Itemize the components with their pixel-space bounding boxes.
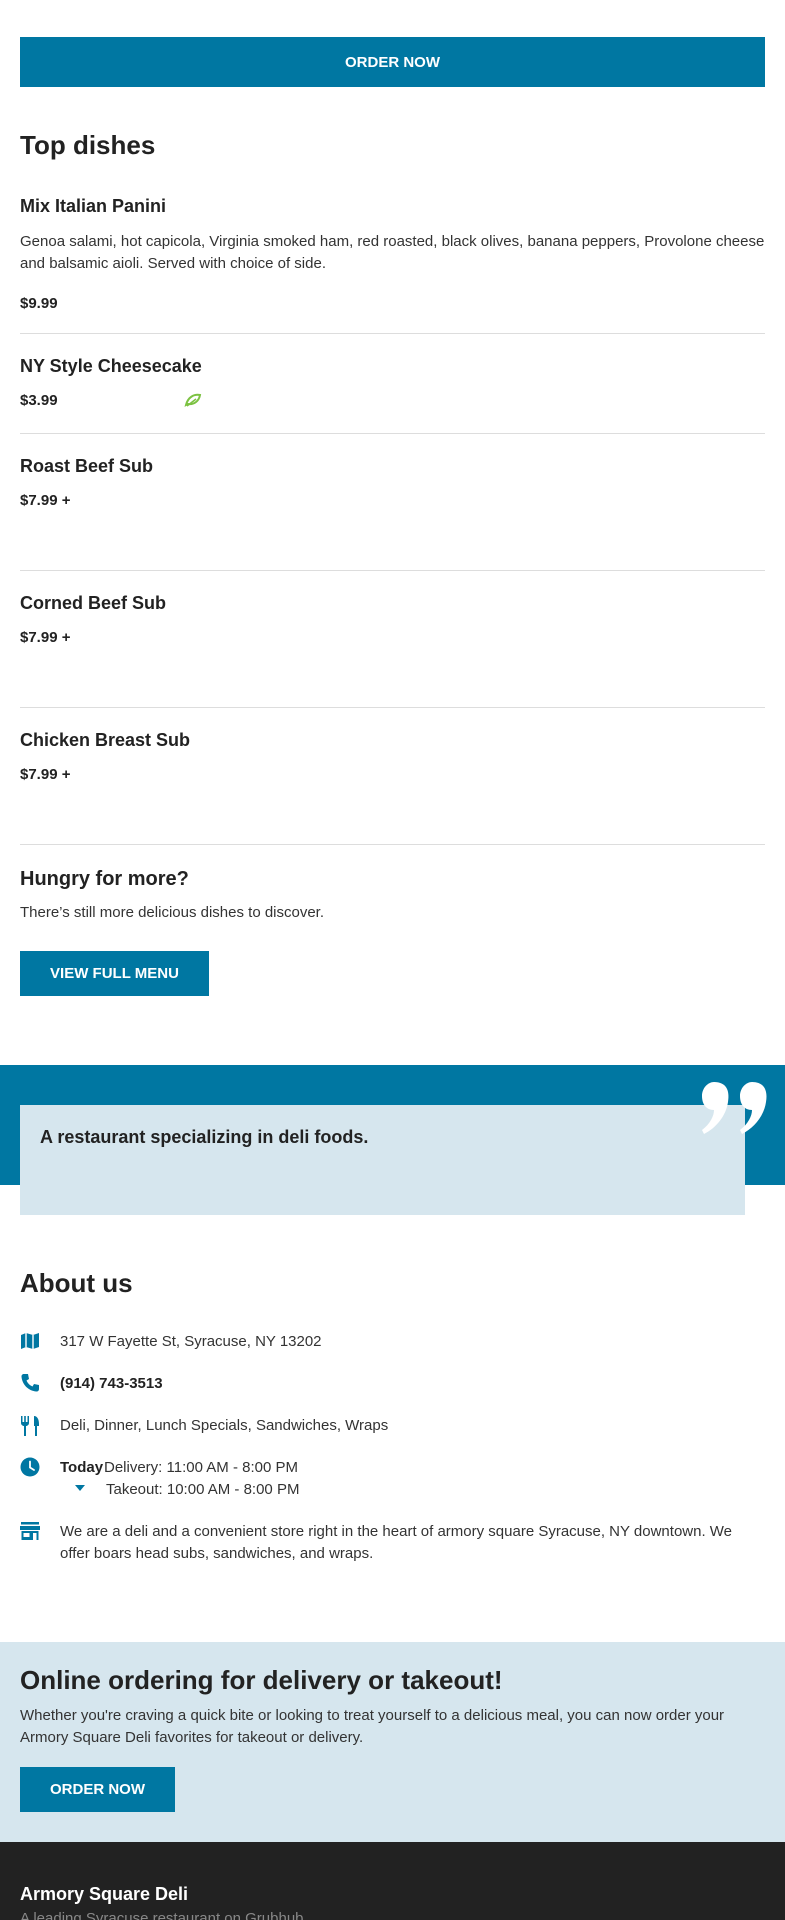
description-row: We are a deli and a convenient store rig… (20, 1521, 765, 1565)
quote-icon (702, 1082, 767, 1134)
dish-price: $7.99 + (20, 492, 71, 509)
store-icon (20, 1522, 40, 1540)
phone-icon (21, 1374, 39, 1392)
ordering-subtitle: Whether you're craving a quick bite or l… (20, 1707, 725, 1746)
dish-name: Roast Beef Sub (20, 456, 154, 476)
dish-description: Genoa salami, hot capicola, Virginia smo… (20, 233, 765, 272)
divider (20, 333, 765, 334)
dish-price: $7.99 + (20, 766, 71, 783)
divider (20, 844, 765, 845)
dish-name: Mix Italian Panini (20, 196, 167, 216)
quote-text: A restaurant specializing in deli foods. (40, 1127, 369, 1147)
footer-tagline: A leading Syracuse restaurant on Grubhub (20, 1910, 304, 1920)
footer (0, 1842, 785, 1920)
order-now-button[interactable]: ORDER NOW (20, 37, 765, 87)
cuisines-text: Deli, Dinner, Lunch Specials, Sandwiches… (60, 1417, 389, 1434)
footer-restaurant-name: Armory Square Deli (20, 1884, 189, 1904)
address-text[interactable]: 317 W Fayette St, Syracuse, NY 13202 (60, 1331, 322, 1356)
divider (20, 570, 765, 571)
divider (20, 433, 765, 434)
dish-name: Chicken Breast Sub (20, 730, 191, 750)
about-heading: About us (20, 1268, 133, 1298)
about-description: We are a deli and a convenient store rig… (60, 1523, 733, 1562)
leaf-icon (184, 393, 202, 407)
phone-link[interactable]: (914) 743-3513 (60, 1373, 163, 1398)
dish-name: NY Style Cheesecake (20, 356, 202, 376)
cuisines-row: Deli, Dinner, Lunch Specials, Sandwiches… (20, 1415, 765, 1442)
hours-row: Today Delivery: 11:00 AM - 8:00 PM Takeo… (20, 1457, 765, 1501)
takeout-hours: Takeout: 10:00 AM - 8:00 PM (106, 1481, 300, 1498)
dish-name: Corned Beef Sub (20, 593, 167, 613)
clock-icon (20, 1457, 40, 1477)
hungry-subtitle: There’s still more delicious dishes to d… (20, 904, 325, 921)
delivery-hours: Delivery: 11:00 AM - 8:00 PM (104, 1459, 298, 1476)
utensils-icon (21, 1416, 39, 1436)
phone-row: (914) 743-3513 (20, 1373, 765, 1398)
map-icon (21, 1333, 39, 1349)
order-now-button-bottom[interactable]: ORDER NOW (20, 1767, 175, 1812)
dish-item[interactable]: Mix Italian Panini Genoa salami, hot cap… (20, 196, 765, 312)
hungry-heading: Hungry for more? (20, 868, 189, 890)
dish-item[interactable]: Chicken Breast Sub $7.99 + (20, 730, 765, 783)
quote-card (20, 1105, 745, 1215)
divider (20, 707, 765, 708)
dish-price: $3.99 (20, 392, 58, 409)
dish-price: $9.99 (20, 295, 58, 312)
address-row: 317 W Fayette St, Syracuse, NY 13202 (20, 1331, 765, 1356)
top-dishes-heading: Top dishes (20, 130, 156, 160)
hours-today-toggle[interactable]: Today (60, 1457, 104, 1479)
ordering-heading: Online ordering for delivery or takeout! (20, 1665, 503, 1695)
view-full-menu-button[interactable]: VIEW FULL MENU (20, 951, 209, 996)
dish-item[interactable]: Roast Beef Sub $7.99 + (20, 456, 765, 509)
chevron-down-icon[interactable] (75, 1484, 85, 1492)
dish-item[interactable]: Corned Beef Sub $7.99 + (20, 593, 765, 646)
dish-item[interactable]: NY Style Cheesecake $3.99 (20, 356, 765, 409)
dish-price: $7.99 + (20, 629, 71, 646)
